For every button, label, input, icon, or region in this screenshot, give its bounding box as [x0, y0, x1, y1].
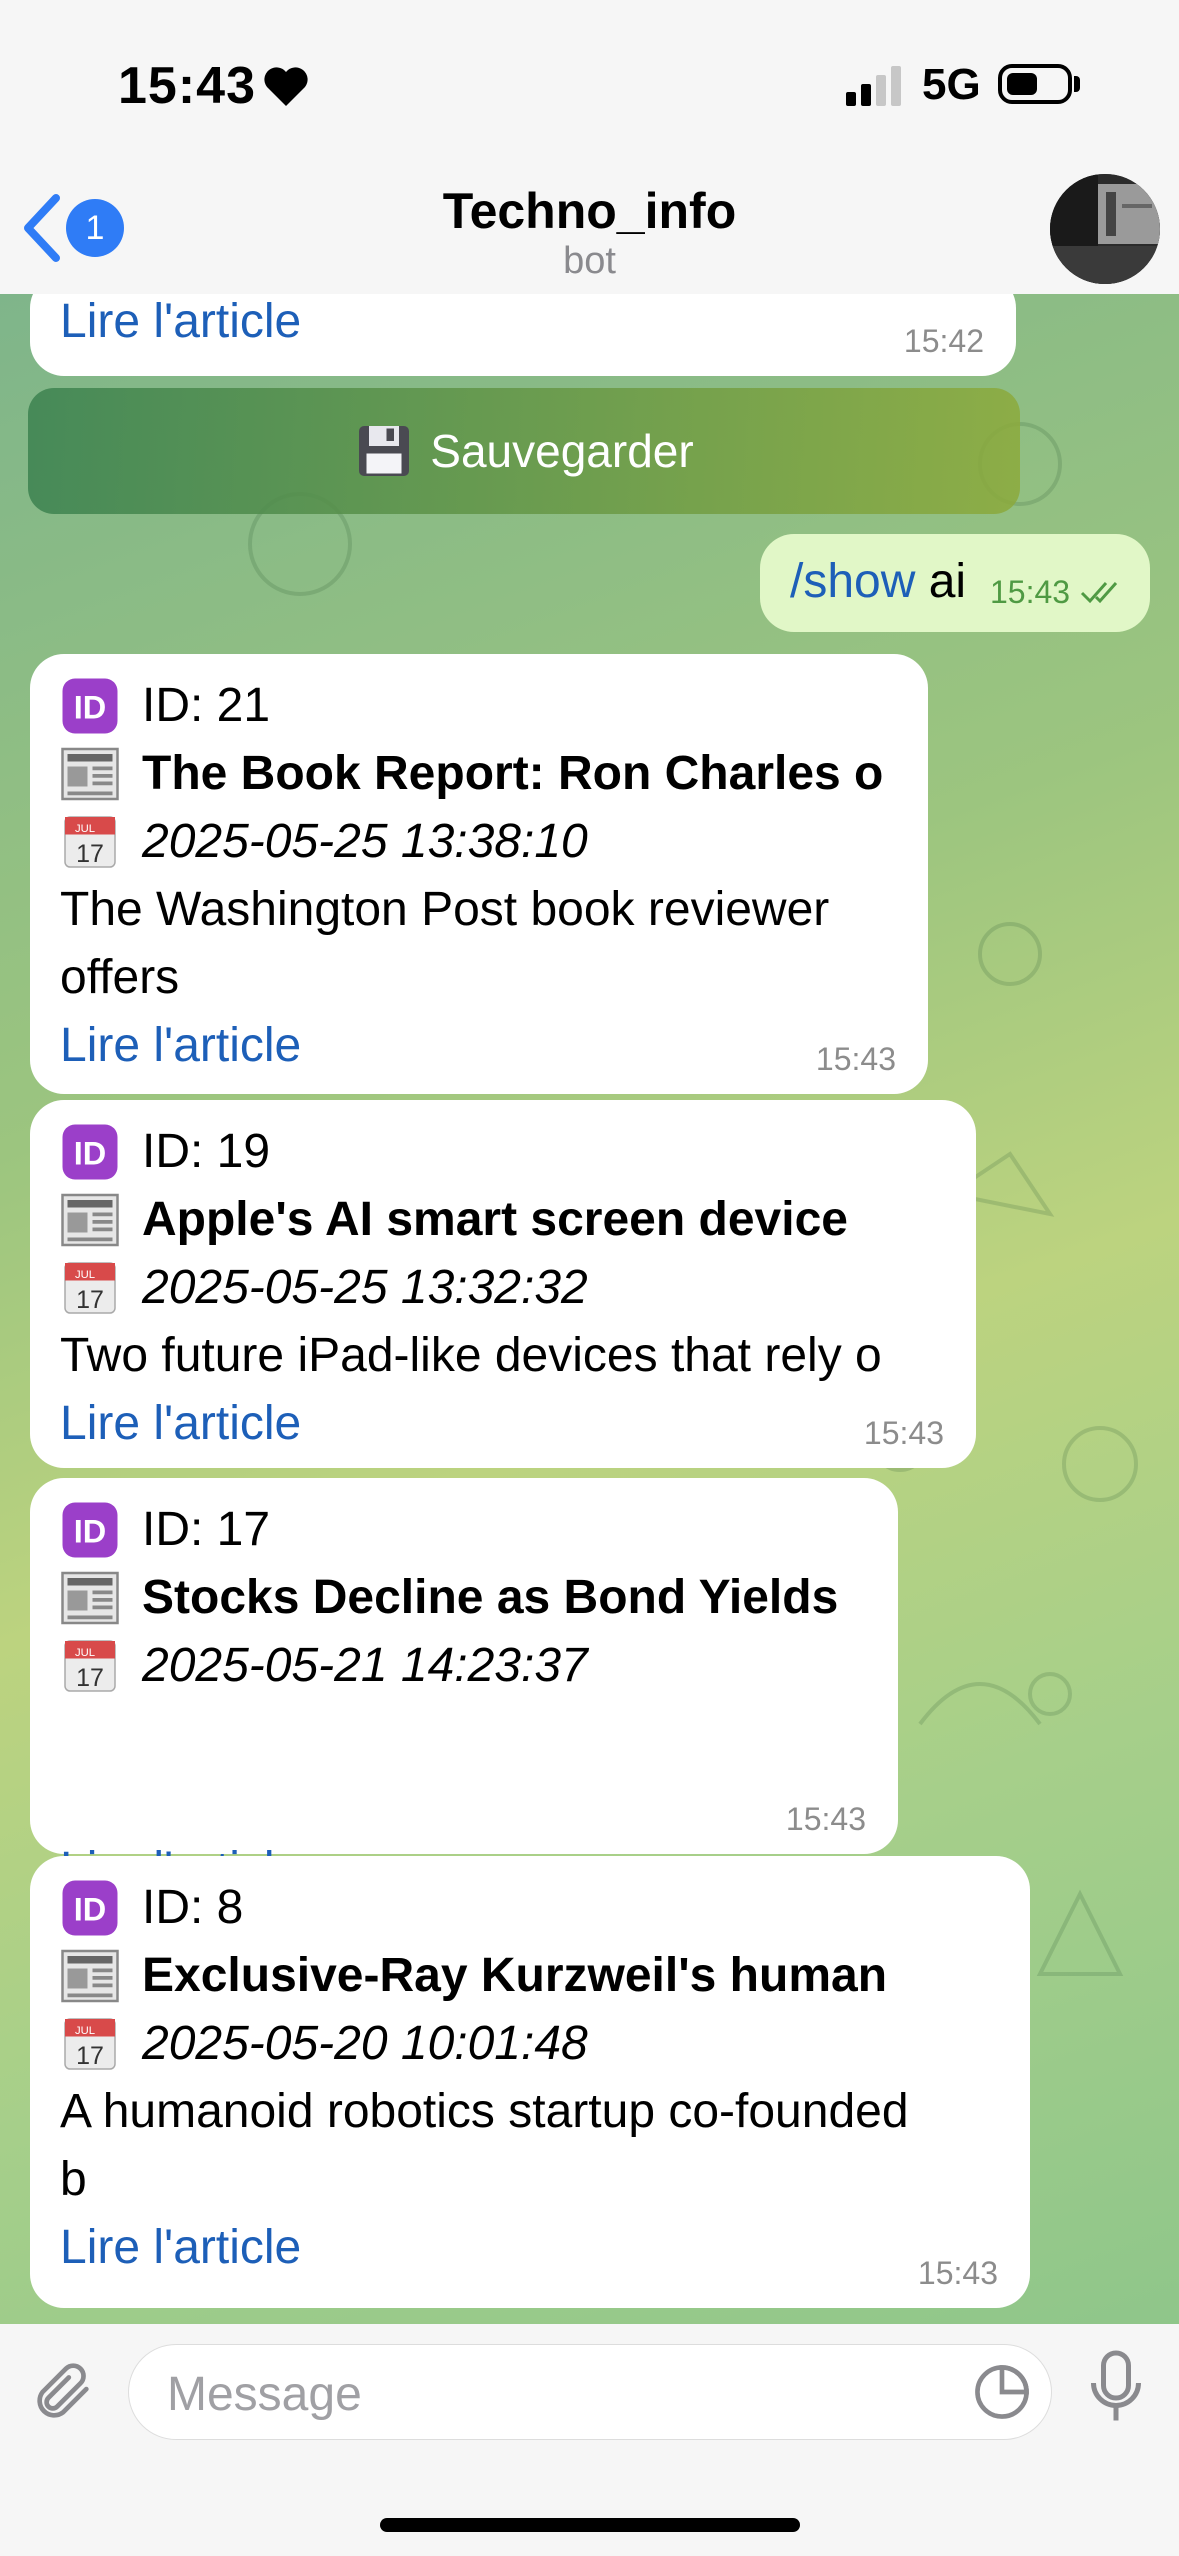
calendar-icon: JUL 17: [64, 2018, 116, 2070]
read-check-icon: [1080, 582, 1118, 604]
id-icon-text: ID: [74, 1136, 107, 1172]
heart-icon: [264, 67, 308, 106]
calendar-icon: JUL 17: [64, 1262, 116, 1314]
calendar-icon: JUL 17: [64, 1640, 116, 1692]
id-icon: ID: [62, 1880, 118, 1936]
message-field[interactable]: [128, 2344, 1052, 2440]
article-title: Apple's AI smart screen device: [142, 1193, 848, 1246]
article-title-line: Stocks Decline as Bond Yields: [60, 1564, 868, 1632]
newspaper-icon: [61, 747, 119, 801]
calendar-month: JUL: [75, 1647, 95, 1659]
article-id-line: ID ID: 19: [60, 1118, 946, 1186]
article-title: Exclusive-Ray Kurzweil's human: [142, 1949, 888, 2002]
article-title-line: Exclusive-Ray Kurzweil's human: [60, 1942, 1000, 2010]
chat-subtitle: bot: [563, 240, 616, 282]
calendar-icon: JUL 17: [64, 816, 116, 868]
calendar-day: 17: [76, 1664, 104, 1692]
calendar-day: 17: [76, 1286, 104, 1314]
chat-title[interactable]: Techno_info: [0, 182, 1179, 240]
avatar[interactable]: [1050, 174, 1160, 284]
message-bubble-partial: Lire l'article 15:42: [30, 294, 1016, 376]
network-label: 5G: [922, 60, 981, 109]
calendar-month: JUL: [75, 1269, 95, 1281]
article-title-line: The Book Report: Ron Charles o: [60, 740, 898, 808]
article-date-line: JUL 17 2025-05-21 14:23:37: [60, 1632, 868, 1700]
read-article-link[interactable]: Lire l'article: [60, 2214, 1000, 2282]
chat-header: 1 Techno_info bot: [0, 160, 1179, 295]
article-description: Two future iPad-like devices that rely o: [60, 1329, 882, 1382]
command-link[interactable]: /show: [790, 555, 915, 608]
message-time: 15:43: [990, 574, 1071, 610]
message-time: 15:43: [917, 2255, 998, 2291]
calendar-month: JUL: [75, 823, 95, 835]
message-time: 15:43: [815, 1041, 896, 1077]
message-time: 15:43: [863, 1415, 944, 1451]
calendar-day: 17: [76, 2042, 104, 2070]
id-icon-text: ID: [74, 690, 107, 726]
newspaper-icon: [61, 1949, 119, 2003]
article-date-line: JUL 17 2025-05-20 10:01:48: [60, 2010, 1000, 2078]
save-button[interactable]: Sauvegarder: [28, 388, 1020, 514]
command-arg: ai: [928, 555, 967, 608]
outgoing-message: /show ai 15:43: [760, 534, 1150, 632]
id-icon-text: ID: [74, 1892, 107, 1928]
article-message: ID ID: 17 Stocks Decline as Bond Yields …: [30, 1478, 898, 1896]
signal-icon: [846, 66, 901, 106]
message-time: 15:42: [903, 323, 984, 359]
id-icon-text: ID: [74, 1514, 107, 1550]
article-date: 2025-05-25 13:38:10: [142, 815, 588, 868]
article-message: ID ID: 19 Apple's AI smart screen device…: [30, 1100, 976, 1468]
id-icon: ID: [62, 678, 118, 734]
sticker-icon[interactable]: [971, 2361, 1033, 2423]
chat-background[interactable]: Lire l'article 15:42 Sauvegarder /show a…: [0, 294, 1179, 2324]
article-id-line: ID ID: 8: [60, 1874, 1000, 1942]
microphone-icon[interactable]: [1086, 2348, 1146, 2428]
read-article-link[interactable]: Lire l'article: [60, 294, 986, 356]
article-id: ID: 21: [142, 679, 271, 732]
newspaper-icon: [61, 1193, 119, 1247]
read-article-link[interactable]: Lire l'article: [60, 1390, 946, 1458]
newspaper-icon: [61, 1571, 119, 1625]
save-button-label: Sauvegarder: [430, 425, 694, 477]
calendar-month: JUL: [75, 2025, 95, 2037]
article-date-line: JUL 17 2025-05-25 13:38:10: [60, 808, 898, 876]
message-time: 15:43: [785, 1801, 866, 1837]
id-icon: ID: [62, 1124, 118, 1180]
avatar-image: [1050, 174, 1160, 284]
article-title-line: Apple's AI smart screen device: [60, 1186, 946, 1254]
article-id: ID: 8: [142, 1881, 244, 1934]
article-title: The Book Report: Ron Charles o: [142, 747, 884, 800]
article-description: The Washington Post book reviewer offers: [60, 883, 830, 1004]
article-date: 2025-05-21 14:23:37: [142, 1639, 588, 1692]
article-message: ID ID: 8 Exclusive-Ray Kurzweil's human …: [30, 1856, 1030, 2308]
article-description: A humanoid robotics startup co-founded b: [60, 2085, 909, 2206]
article-id-line: ID ID: 21: [60, 672, 898, 740]
article-title: Stocks Decline as Bond Yields: [142, 1571, 839, 1624]
floppy-disk-icon: [359, 426, 410, 476]
article-date: 2025-05-25 13:32:32: [142, 1261, 588, 1314]
article-date: 2025-05-20 10:01:48: [142, 2017, 588, 2070]
status-time: 15:43: [118, 57, 256, 115]
status-bar: 15:43 5G: [0, 0, 1179, 160]
article-description: [60, 1700, 910, 1836]
calendar-day: 17: [76, 840, 104, 868]
message-input[interactable]: [165, 2363, 929, 2425]
battery-icon: [998, 64, 1072, 104]
battery-nub: [1074, 76, 1080, 92]
article-id: ID: 17: [142, 1503, 271, 1556]
article-id: ID: 19: [142, 1125, 271, 1178]
article-id-line: ID ID: 17: [60, 1496, 868, 1564]
read-article-link[interactable]: Lire l'article: [60, 1012, 898, 1080]
home-indicator: [380, 2518, 800, 2532]
paperclip-icon[interactable]: [28, 2352, 98, 2432]
id-icon: ID: [62, 1502, 118, 1558]
article-date-line: JUL 17 2025-05-25 13:32:32: [60, 1254, 946, 1322]
article-message: ID ID: 21 The Book Report: Ron Charles o…: [30, 654, 928, 1094]
